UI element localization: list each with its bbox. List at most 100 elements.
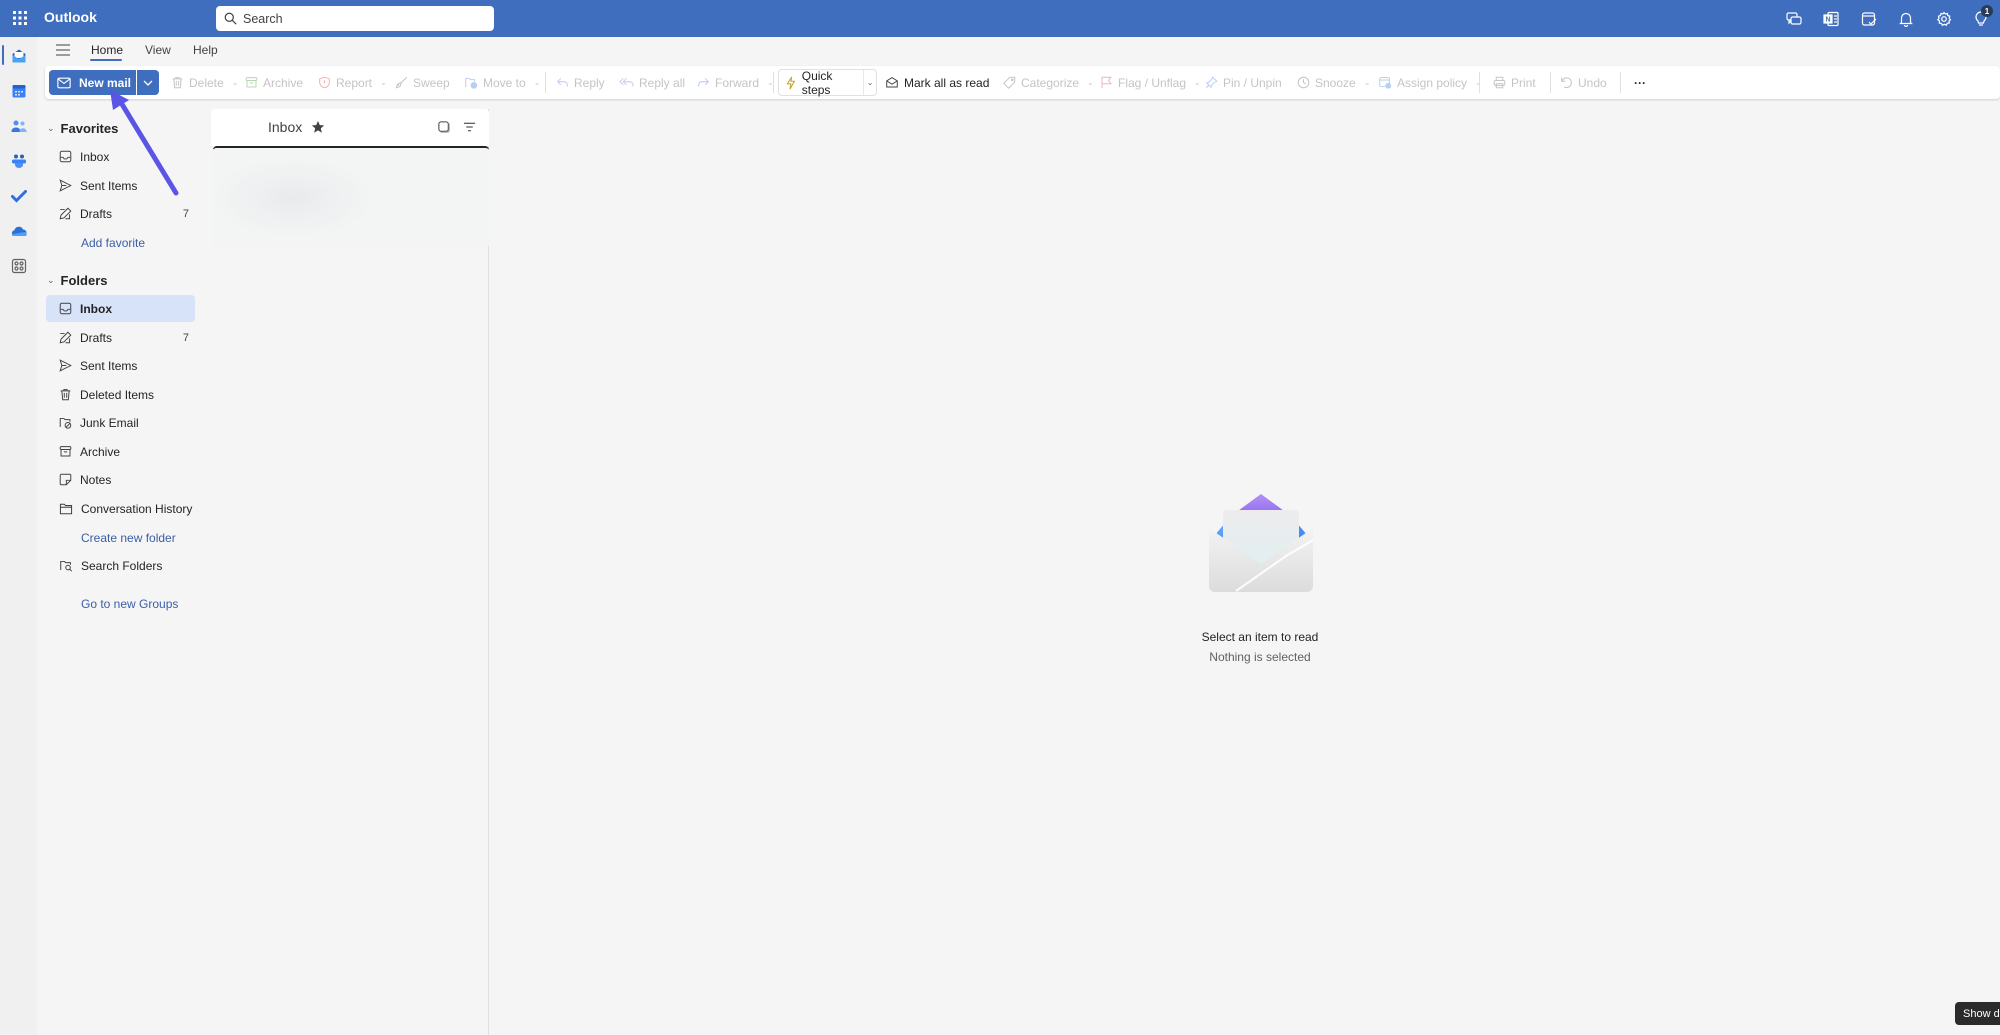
search-input[interactable] (243, 11, 483, 26)
folder-item-label: Archive (80, 444, 121, 459)
folder-item-inbox[interactable]: Inbox (46, 295, 195, 322)
mark-all-read-button[interactable]: Mark all as read (885, 66, 989, 99)
drafts-icon (59, 207, 72, 220)
folder-item-notes[interactable]: Notes (46, 466, 195, 493)
categorize-chevron-icon[interactable]: ⌄ (1087, 78, 1094, 87)
app-title[interactable]: Outlook (44, 9, 97, 25)
delete-chevron-icon[interactable]: ⌄ (232, 78, 239, 87)
favorites-header[interactable]: ⌄ Favorites (47, 121, 118, 136)
forward-button[interactable]: Forward ⌄ (697, 66, 774, 99)
create-new-folder-link[interactable]: Create new folder (81, 531, 176, 545)
star-favorite-icon[interactable] (311, 120, 325, 134)
favorites-item-sent[interactable]: Sent Items (46, 172, 195, 199)
report-chevron-icon[interactable]: ⌄ (380, 78, 387, 87)
archive-icon (245, 77, 258, 88)
snooze-button[interactable]: Snooze ⌄ (1297, 66, 1370, 99)
undo-label: Undo (1578, 75, 1607, 90)
favorites-item-label: Drafts (80, 206, 113, 221)
categorize-button[interactable]: Categorize ⌄ (1003, 66, 1094, 99)
favorites-item-drafts[interactable]: Drafts 7 (46, 200, 195, 227)
new-mail-button[interactable]: New mail (49, 70, 136, 95)
show-details-tooltip[interactable]: Show de (1955, 1002, 2000, 1025)
assign-policy-label: Assign policy (1397, 75, 1468, 90)
forward-icon (698, 78, 710, 87)
archive-icon (59, 446, 72, 457)
rail-groups[interactable] (0, 144, 37, 178)
settings-button[interactable] (1925, 0, 1963, 37)
junk-icon (59, 417, 72, 429)
onenote-button[interactable]: N (1813, 0, 1851, 37)
tab-view[interactable]: View (145, 43, 171, 57)
teams-chat-button[interactable] (1775, 0, 1813, 37)
toolbar-divider (1620, 72, 1621, 93)
quick-steps-button[interactable]: Quick steps (779, 69, 865, 97)
waffle-icon (13, 11, 27, 25)
select-checkbox-icon (438, 121, 450, 133)
go-to-groups-link[interactable]: Go to new Groups (81, 597, 178, 611)
rail-onedrive[interactable] (0, 214, 37, 248)
rail-calendar[interactable] (0, 74, 37, 108)
folder-item-sent[interactable]: Sent Items (46, 352, 195, 379)
lightning-icon (786, 76, 796, 89)
sent-icon (59, 179, 72, 192)
move-to-button[interactable]: Move to ⌄ (464, 66, 540, 99)
folder-item-conversation-history[interactable]: Conversation History (46, 495, 195, 522)
tips-button[interactable]: 1 (1963, 0, 2000, 37)
app-launcher-button[interactable] (10, 8, 30, 28)
tab-help[interactable]: Help (193, 43, 218, 57)
folder-item-search-folders[interactable]: Search Folders (46, 552, 195, 579)
reply-label: Reply (574, 75, 605, 90)
search-box[interactable] (216, 6, 494, 31)
folder-item-deleted[interactable]: Deleted Items (46, 381, 195, 408)
folder-item-junk[interactable]: Junk Email (46, 409, 195, 436)
select-mode-button[interactable] (435, 118, 453, 136)
undo-button[interactable]: Undo (1560, 66, 1607, 99)
sweep-button[interactable]: Sweep (395, 66, 450, 99)
reply-all-label: Reply all (639, 75, 686, 90)
folders-header[interactable]: ⌄ Folders (47, 273, 108, 288)
snooze-chevron-icon[interactable]: ⌄ (1364, 78, 1371, 87)
sweep-label: Sweep (413, 75, 450, 90)
navigation-toggle-button[interactable] (54, 41, 72, 59)
favorites-item-inbox[interactable]: Inbox (46, 143, 195, 170)
notifications-button[interactable] (1888, 0, 1926, 37)
mail-icon (57, 77, 71, 88)
notifications-bell-icon (1899, 12, 1914, 27)
folder-item-label: Sent Items (80, 358, 138, 373)
flag-chevron-icon[interactable]: ⌄ (1194, 78, 1201, 87)
folder-item-archive[interactable]: Archive (46, 438, 195, 465)
folder-item-drafts[interactable]: Drafts 7 (46, 324, 195, 351)
assign-policy-button[interactable]: Assign policy⌄ (1378, 66, 1482, 99)
rail-people[interactable] (0, 109, 37, 143)
svg-text:N: N (1826, 16, 1831, 23)
reply-button[interactable]: Reply (556, 66, 605, 99)
move-to-chevron-icon[interactable]: ⌄ (534, 78, 541, 87)
forward-label: Forward (715, 75, 760, 90)
more-apps-icon (11, 258, 26, 274)
more-options-button[interactable]: ··· (1634, 66, 1646, 99)
rail-todo[interactable] (0, 179, 37, 213)
reply-all-button[interactable]: Reply all (619, 66, 685, 99)
delete-button[interactable]: Delete ⌄ (171, 66, 238, 99)
policy-icon (1379, 77, 1392, 89)
rail-more-apps[interactable] (0, 249, 37, 283)
new-mail-dropdown-button[interactable] (137, 70, 159, 95)
archive-button[interactable]: Archive (245, 66, 303, 99)
favorites-title: Favorites (60, 121, 119, 136)
report-button[interactable]: Report ⌄ (318, 66, 387, 99)
teams-chat-icon (1786, 11, 1802, 25)
chevron-down-icon: ⌄ (47, 275, 55, 285)
print-button[interactable]: Print (1493, 66, 1536, 99)
filter-button[interactable] (460, 118, 478, 136)
tab-home[interactable]: Home (91, 43, 123, 57)
flag-button[interactable]: Flag / Unflag ⌄ (1100, 66, 1201, 99)
trash-icon (60, 389, 71, 401)
quick-steps-dropdown[interactable]: ⌄ (864, 78, 876, 87)
add-favorite-link[interactable]: Add favorite (81, 236, 145, 250)
pin-button[interactable]: Pin / Unpin (1205, 66, 1282, 99)
message-list: Inbox (211, 109, 489, 1035)
report-label: Report (336, 75, 373, 90)
rail-mail[interactable] (0, 39, 37, 73)
my-day-button[interactable] (1850, 0, 1888, 37)
filter-icon (463, 122, 475, 132)
